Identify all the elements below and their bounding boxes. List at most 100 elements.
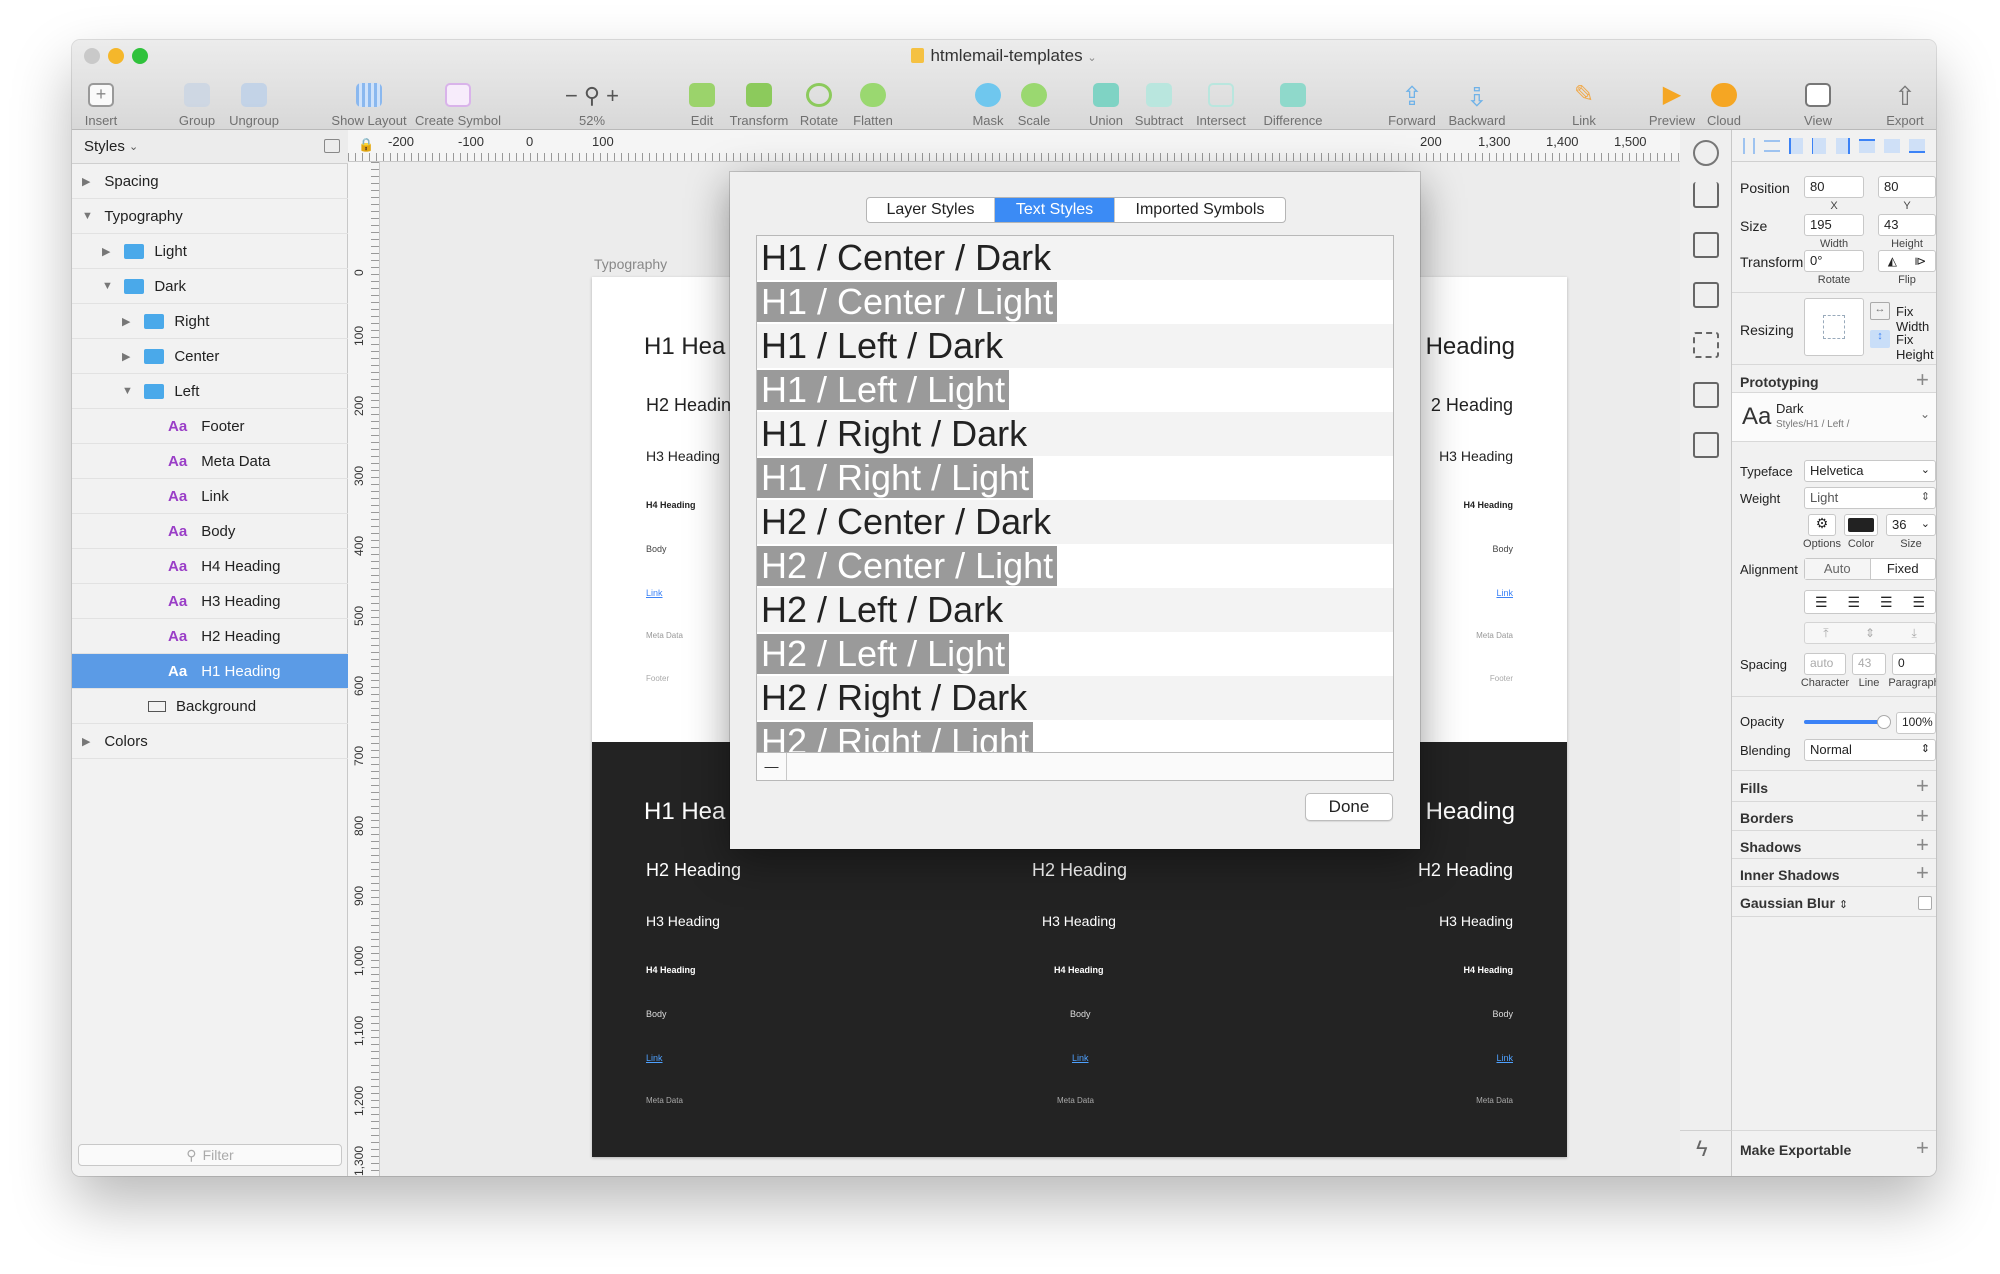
sidebar-item-link[interactable]: Aa Link (72, 479, 348, 514)
align-text-left-icon[interactable]: ☰ (1815, 594, 1828, 611)
symbols-icon[interactable] (1693, 140, 1719, 166)
sidebar-item-center[interactable]: ▶ Center (72, 339, 348, 374)
color-swatch[interactable] (1844, 514, 1878, 536)
scale-button[interactable]: Scale (1010, 70, 1058, 128)
add-fill-icon[interactable]: + (1916, 775, 1929, 797)
align-top-icon[interactable] (1858, 138, 1875, 153)
position-y-field[interactable]: 80 (1878, 176, 1936, 198)
done-button[interactable]: Done (1305, 793, 1393, 821)
blending-select[interactable]: Normal ⇕ (1804, 739, 1936, 761)
export-icon[interactable] (1693, 182, 1719, 208)
cloud-button[interactable]: Cloud (1702, 70, 1746, 128)
typeface-select[interactable]: Helvetica ⌄ (1804, 460, 1936, 482)
text-align-buttons[interactable]: ☰ ☰ ☰ ☰ (1804, 590, 1936, 614)
rotate-button[interactable]: Rotate (794, 70, 844, 128)
light-link-left[interactable]: Link (646, 588, 663, 598)
sidebar-item-right[interactable]: ▶ Right (72, 304, 348, 339)
auto-option[interactable]: Auto (1805, 559, 1871, 579)
styles-header[interactable]: Styles ⌄ (72, 130, 348, 164)
edit-button[interactable]: Edit (684, 70, 720, 128)
ungroup-button[interactable]: Ungroup (224, 70, 284, 128)
sidebar-item-footer[interactable]: Aa Footer (72, 409, 348, 444)
dark-h4-right[interactable]: H4 Heading (1463, 965, 1513, 975)
dark-h3-center[interactable]: H3 Heading (1042, 913, 1116, 929)
valign-top-icon[interactable]: ⤒ (1823, 626, 1828, 641)
flip-vertical-icon[interactable]: ⧐ (1914, 254, 1926, 268)
list-item[interactable]: H1 / Right / Light (757, 456, 1393, 500)
add-image-icon[interactable] (1693, 432, 1719, 458)
sidebar-item-dark[interactable]: ▼ Dark (72, 269, 348, 304)
dark-link-right[interactable]: Link (1496, 1053, 1513, 1063)
light-meta-right[interactable]: Meta Data (1476, 631, 1513, 640)
fix-height-label[interactable]: Fix Height (1896, 332, 1936, 362)
paragraph-spacing-field[interactable]: 0 (1892, 653, 1936, 675)
export-button[interactable]: ⇧ Export (1880, 70, 1930, 128)
shadows-section[interactable]: Shadows (1740, 839, 1801, 855)
tab-layer-styles[interactable]: Layer Styles (867, 198, 995, 222)
align-text-right-icon[interactable]: ☰ (1880, 594, 1893, 611)
valign-bottom-icon[interactable]: ⤓ (1911, 626, 1916, 641)
rotate-field[interactable]: 0° (1804, 250, 1864, 272)
light-body-right[interactable]: Body (1492, 544, 1513, 554)
flip-horizontal-icon[interactable]: ◭ (1888, 254, 1897, 268)
forward-button[interactable]: ⇪ Forward (1384, 70, 1440, 128)
dark-h1-right[interactable]: Heading (1426, 798, 1515, 826)
light-h1-left[interactable]: H1 Hea (644, 333, 725, 361)
gear-icon[interactable]: ⚙ (1808, 514, 1836, 536)
list-item[interactable]: H1 / Center / Light (757, 280, 1393, 324)
lock-icon[interactable]: 🔒 (358, 137, 374, 153)
light-h4-right[interactable]: H4 Heading (1463, 500, 1513, 510)
add-inner-shadow-icon[interactable]: + (1916, 862, 1929, 884)
sidebar-item-background[interactable]: Background (72, 689, 348, 724)
dark-h3-left[interactable]: H3 Heading (646, 913, 720, 929)
vertical-align-buttons[interactable]: ⤒ ⇕ ⤓ (1804, 622, 1936, 644)
align-middle-icon[interactable] (1884, 138, 1901, 153)
flip-buttons[interactable]: ◭ ⧐ (1878, 250, 1936, 272)
backward-button[interactable]: ⇪ Backward (1444, 70, 1510, 128)
list-item[interactable]: H2 / Right / Light (757, 720, 1393, 752)
light-h3-left[interactable]: H3 Heading (646, 448, 720, 464)
dark-body-right[interactable]: Body (1492, 1009, 1513, 1019)
remove-style-button[interactable]: — (757, 753, 787, 780)
lightning-icon[interactable]: ϟ (1696, 1136, 1708, 1162)
light-meta-left[interactable]: Meta Data (646, 631, 683, 640)
dark-meta-left[interactable]: Meta Data (646, 1096, 683, 1105)
sidebar-item-h2-heading[interactable]: Aa H2 Heading (72, 619, 348, 654)
align-left-icon[interactable] (1789, 137, 1804, 154)
opacity-slider-knob[interactable] (1877, 715, 1891, 729)
width-field[interactable]: 195 (1804, 214, 1864, 236)
subtract-button[interactable]: Subtract (1130, 70, 1188, 128)
light-h2-right[interactable]: 2 Heading (1431, 395, 1513, 416)
font-size-field[interactable]: 36 ⌄ (1886, 514, 1936, 536)
dark-link-left[interactable]: Link (646, 1053, 663, 1063)
create-symbol-button[interactable]: Create Symbol (412, 70, 504, 128)
fix-width-icon[interactable]: ↔ (1870, 302, 1890, 320)
make-exportable-label[interactable]: Make Exportable (1740, 1142, 1851, 1158)
light-body-left[interactable]: Body (646, 544, 667, 554)
fix-width-label[interactable]: Fix Width (1896, 304, 1936, 334)
list-item[interactable]: H1 / Center / Dark (757, 236, 1393, 280)
collapse-icon[interactable] (324, 139, 340, 153)
filter-field[interactable]: ⚲ Filter (78, 1144, 342, 1166)
sidebar-item-spacing[interactable]: ▶ Spacing (72, 164, 348, 199)
group-button[interactable]: Group (172, 70, 222, 128)
artboard-label[interactable]: Typography (594, 256, 667, 272)
sidebar-item-h4-heading[interactable]: Aa H4 Heading (72, 549, 348, 584)
resizing-constraints-widget[interactable] (1804, 298, 1864, 356)
edit-path-icon[interactable] (1693, 382, 1719, 408)
align-right-icon[interactable] (1835, 137, 1850, 154)
distribute-horizontal-icon[interactable] (1742, 137, 1755, 154)
list-item[interactable]: H1 / Left / Dark (757, 324, 1393, 368)
auto-fixed-toggle[interactable]: Auto Fixed (1804, 558, 1936, 580)
opacity-slider[interactable] (1804, 715, 1891, 729)
height-field[interactable]: 43 (1878, 214, 1936, 236)
difference-button[interactable]: Difference (1254, 70, 1332, 128)
mask-button[interactable]: Mask (968, 70, 1008, 128)
borders-section[interactable]: Borders (1740, 810, 1794, 826)
inner-shadows-section[interactable]: Inner Shadows (1740, 867, 1840, 883)
ruler-horizontal[interactable]: 🔒 -200 -100 0 100 200 1,300 1,400 1,500 (348, 130, 1680, 162)
tab-text-styles[interactable]: Text Styles (995, 198, 1115, 222)
align-center-icon[interactable] (1812, 137, 1827, 154)
line-spacing-field[interactable]: 43 (1852, 653, 1886, 675)
fixed-option[interactable]: Fixed (1871, 559, 1936, 579)
